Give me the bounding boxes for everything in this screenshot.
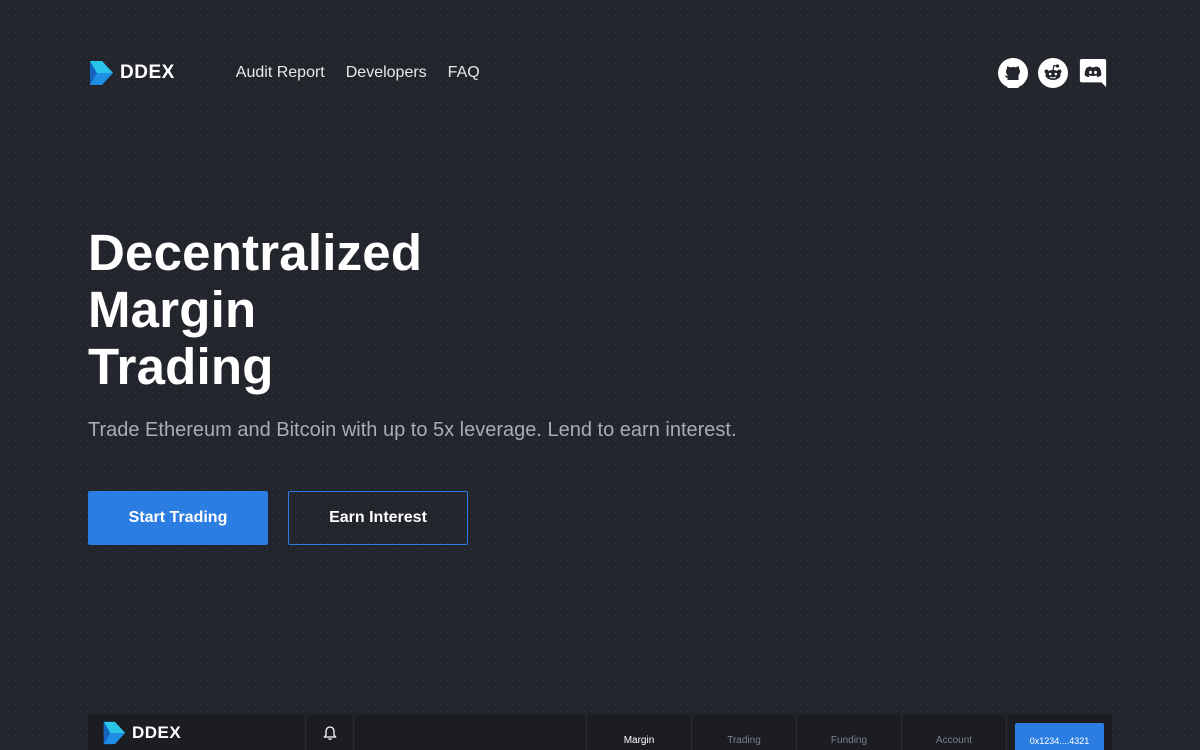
brand-logo[interactable]: DDEX: [88, 60, 175, 86]
discord-icon[interactable]: [1078, 58, 1108, 88]
hero-title-line: Margin: [88, 281, 257, 338]
nav-link-faq[interactable]: FAQ: [448, 64, 480, 82]
top-nav: DDEX Audit Report Developers FAQ: [88, 56, 1108, 90]
social-links: [998, 58, 1108, 88]
nav-link-developers[interactable]: Developers: [346, 64, 427, 82]
start-trading-button[interactable]: Start Trading: [88, 491, 268, 545]
bell-icon: [322, 725, 337, 740]
hero-title-line: Trading: [88, 338, 274, 395]
hero-subtitle: Trade Ethereum and Bitcoin with up to 5x…: [88, 419, 737, 441]
ddex-logo-icon: [103, 721, 126, 744]
nav-link-audit-report[interactable]: Audit Report: [236, 64, 325, 82]
app-tab-margin[interactable]: Margin: [587, 715, 692, 750]
cta-row: Start Trading Earn Interest: [88, 491, 888, 545]
nav-links: Audit Report Developers FAQ: [236, 64, 480, 82]
account-address-button[interactable]: 0x1234....4321: [1015, 723, 1104, 750]
app-preview: DDEX Margin Trading Funding Account 0x12…: [88, 715, 1112, 750]
app-tab-account[interactable]: Account: [902, 715, 1007, 750]
hero-title: Decentralized Margin Trading: [88, 224, 888, 395]
app-preview-notifications[interactable]: [306, 715, 354, 750]
brand-name: DDEX: [120, 62, 175, 83]
app-preview-spacer: [354, 715, 587, 750]
app-preview-brand-name: DDEX: [132, 722, 182, 742]
hero-title-line: Decentralized: [88, 224, 423, 281]
app-preview-logo: DDEX: [88, 715, 306, 750]
ddex-logo-icon: [90, 61, 113, 85]
app-tab-funding[interactable]: Funding: [797, 715, 902, 750]
app-tab-trading[interactable]: Trading: [692, 715, 797, 750]
github-icon[interactable]: [998, 58, 1028, 88]
earn-interest-button[interactable]: Earn Interest: [288, 491, 468, 545]
reddit-icon[interactable]: [1038, 58, 1068, 88]
hero-section: Decentralized Margin Trading Trade Ether…: [88, 224, 888, 545]
